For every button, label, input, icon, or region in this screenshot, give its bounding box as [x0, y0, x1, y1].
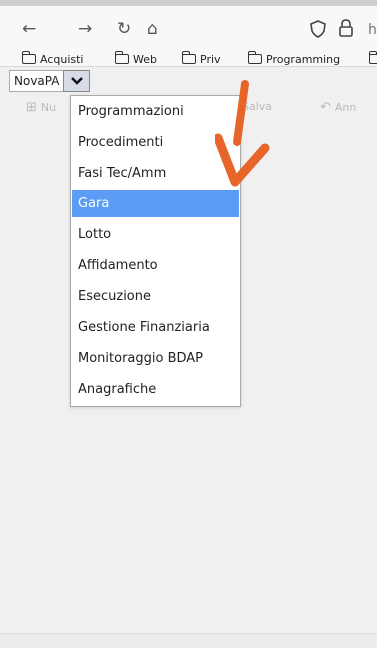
bookmark-label: Web: [133, 52, 157, 66]
undo-icon: ↶: [320, 100, 331, 115]
module-select-value: NovaPA: [9, 70, 64, 92]
bookmark-label: Acquisti: [40, 52, 84, 66]
cancel-button-label: Ann: [334, 101, 357, 114]
module-select[interactable]: NovaPA: [9, 70, 119, 92]
shield-icon[interactable]: [309, 19, 327, 39]
add-document-icon: ⊞: [26, 100, 37, 115]
folder-icon: [368, 51, 377, 64]
bookmark-priv[interactable]: Priv: [181, 51, 221, 67]
menu-item-procedimenti[interactable]: Procedimenti: [72, 129, 239, 156]
module-dropdown-menu: Programmazioni Procedimenti Fasi Tec/Amm…: [70, 95, 241, 407]
status-bar: [0, 633, 377, 648]
folder-icon: [247, 51, 262, 64]
menu-item-programmazioni[interactable]: Programmazioni: [72, 98, 239, 125]
chevron-down-icon[interactable]: [63, 70, 91, 92]
cancel-button[interactable]: ↶ Ann: [320, 100, 356, 115]
save-button-label: Salva: [242, 100, 273, 113]
menu-item-gestione-finanziaria[interactable]: Gestione Finanziaria: [72, 314, 239, 341]
bookmark-label: Programming: [266, 52, 341, 66]
menu-item-gara[interactable]: Gara: [72, 190, 239, 217]
folder-icon: [114, 51, 129, 64]
reload-button[interactable]: ↻: [117, 18, 131, 40]
lock-icon[interactable]: [337, 18, 355, 38]
menu-item-anagrafiche[interactable]: Anagrafiche: [72, 376, 239, 403]
bookmark-acquisti[interactable]: Acquisti: [21, 51, 84, 67]
folder-icon: [21, 51, 36, 64]
menu-item-lotto[interactable]: Lotto: [72, 221, 239, 248]
forward-button[interactable]: →: [78, 18, 92, 40]
bookmark-overflow[interactable]: [368, 51, 377, 67]
back-button[interactable]: ←: [22, 18, 36, 40]
home-button[interactable]: ⌂: [147, 18, 158, 40]
bookmark-label: Priv: [200, 52, 221, 66]
save-button[interactable]: Salva: [242, 100, 272, 113]
folder-icon: [181, 51, 196, 64]
menu-item-fasi-tec-amm[interactable]: Fasi Tec/Amm: [72, 160, 239, 187]
bookmark-programming[interactable]: Programming: [247, 51, 341, 67]
url-text[interactable]: h: [368, 22, 377, 38]
menu-item-monitoraggio-bdap[interactable]: Monitoraggio BDAP: [72, 345, 239, 372]
browser-chrome: ← → ↻ ⌂ h Acquisti Web Priv Programming: [0, 6, 377, 70]
menu-item-affidamento[interactable]: Affidamento: [72, 252, 239, 279]
bookmark-web[interactable]: Web: [114, 51, 157, 67]
menu-item-esecuzione[interactable]: Esecuzione: [72, 283, 239, 310]
browser-nav-bar: ← → ↻ ⌂ h: [0, 12, 377, 46]
new-button[interactable]: ⊞ Nu: [26, 100, 56, 115]
new-button-label: Nu: [40, 101, 57, 114]
